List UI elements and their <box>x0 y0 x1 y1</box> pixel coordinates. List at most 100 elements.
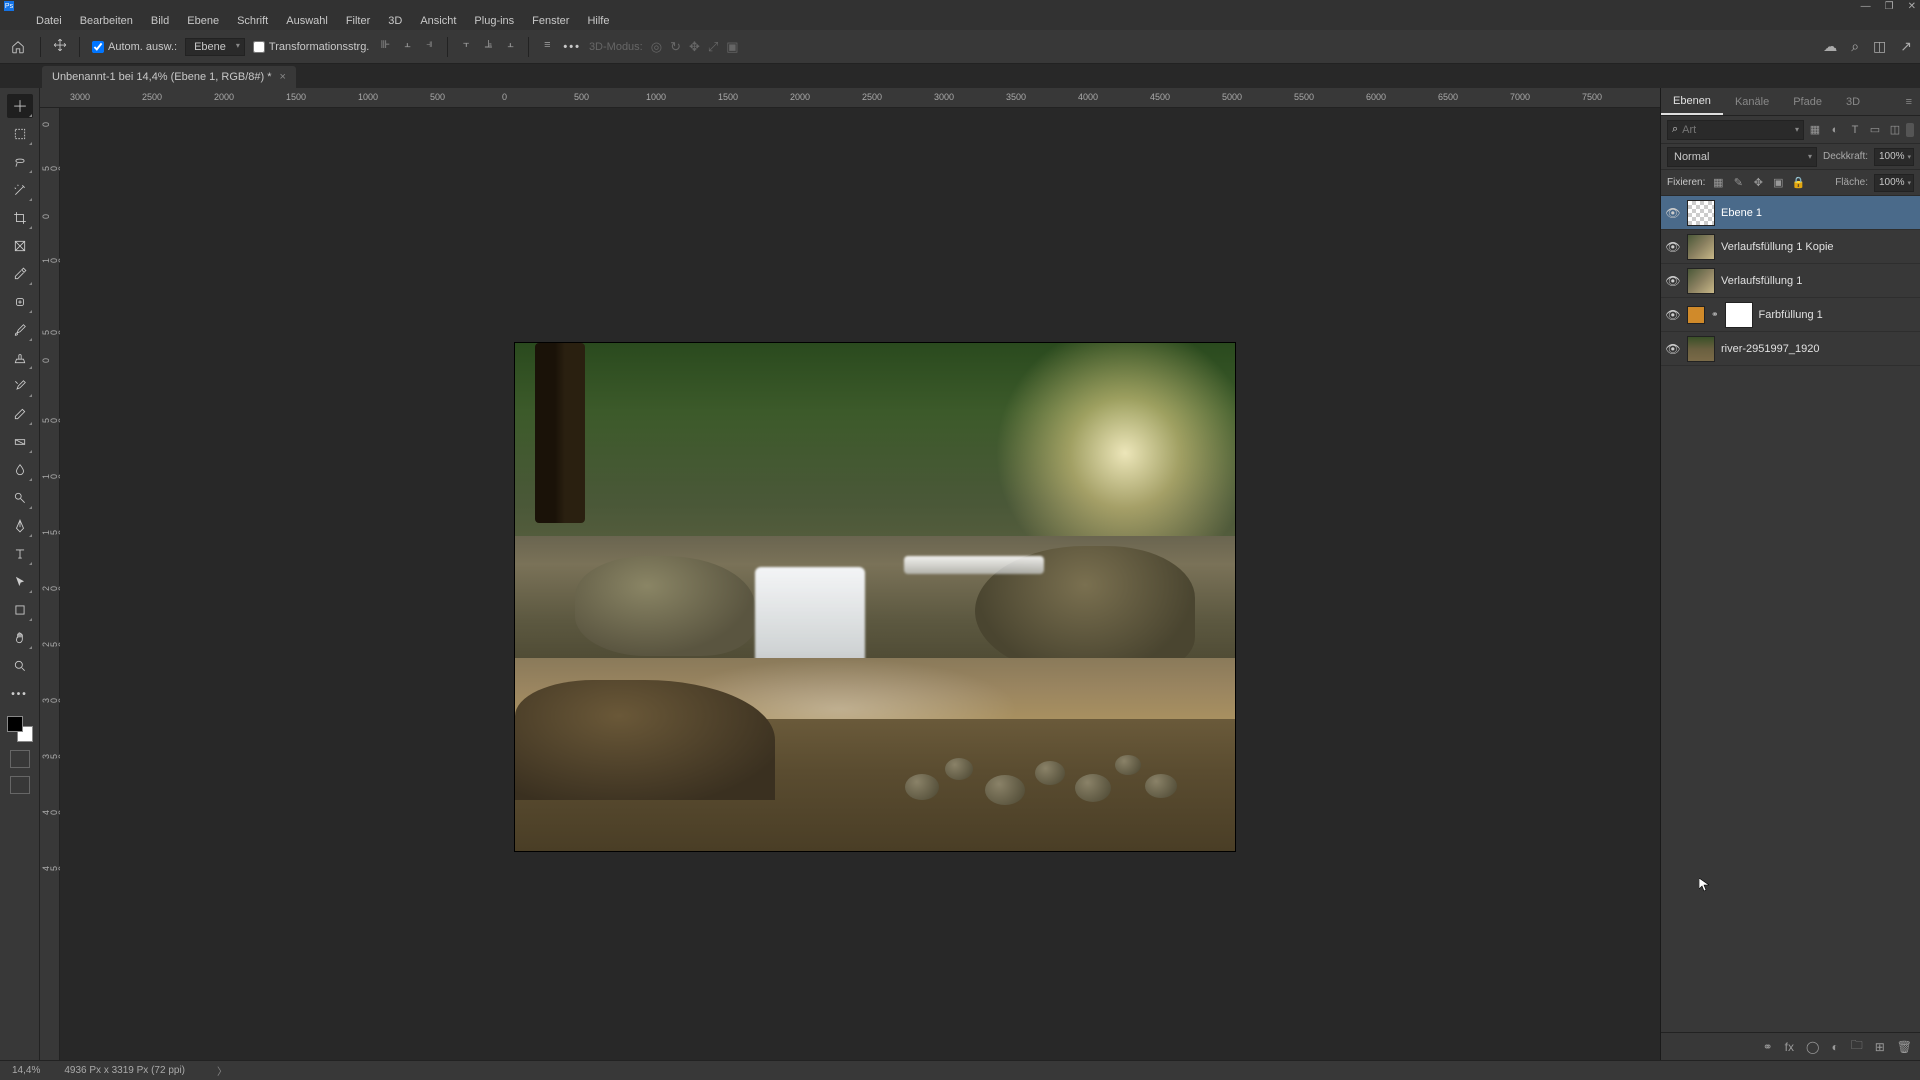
align-center-h-icon[interactable]: ⫠ <box>399 37 415 53</box>
lock-artboard-icon[interactable]: ▣ <box>1771 176 1785 190</box>
menu-ansicht[interactable]: Ansicht <box>412 13 464 29</box>
add-mask-icon[interactable]: ◯ <box>1806 1040 1819 1054</box>
layer-row[interactable]: 👁⚭Farbfüllung 1 <box>1661 298 1920 332</box>
layer-thumbnail[interactable] <box>1687 268 1715 294</box>
filter-shape-icon[interactable]: ▭ <box>1868 123 1882 137</box>
layer-thumbnail[interactable] <box>1687 200 1715 226</box>
eyedropper-tool[interactable] <box>7 262 33 286</box>
move-tool-icon[interactable] <box>53 38 67 55</box>
filter-pixel-icon[interactable]: ▦ <box>1808 123 1822 137</box>
color-swatch[interactable] <box>7 716 33 742</box>
slide-icon[interactable]: ⤢ <box>708 39 718 55</box>
tab-kanäle[interactable]: Kanäle <box>1723 90 1781 114</box>
menu-plug-ins[interactable]: Plug-ins <box>466 13 522 29</box>
layer-row[interactable]: 👁 river-2951997_1920 <box>1661 332 1920 366</box>
tab-ebenen[interactable]: Ebenen <box>1661 89 1723 115</box>
roll-icon[interactable]: ↻ <box>670 39 681 55</box>
layer-search-input[interactable]: ⌕ ▾ <box>1667 120 1804 140</box>
menu-bild[interactable]: Bild <box>143 13 177 29</box>
new-adjustment-icon[interactable]: ◐ <box>1831 1040 1838 1054</box>
edit-toolbar-icon[interactable]: ••• <box>7 682 33 706</box>
visibility-toggle-icon[interactable]: 👁 <box>1665 307 1681 323</box>
doc-info[interactable]: 4936 Px x 3319 Px (72 ppi) <box>64 1065 185 1076</box>
menu-schrift[interactable]: Schrift <box>229 13 276 29</box>
layer-row[interactable]: 👁Ebene 1 <box>1661 196 1920 230</box>
menu-bearbeiten[interactable]: Bearbeiten <box>72 13 141 29</box>
menu-fenster[interactable]: Fenster <box>524 13 577 29</box>
layer-name[interactable]: Verlaufsfüllung 1 Kopie <box>1721 241 1834 253</box>
layer-name[interactable]: Verlaufsfüllung 1 <box>1721 275 1802 287</box>
new-group-icon[interactable]: 🗀 <box>1851 1036 1863 1057</box>
align-bottom-icon[interactable]: ⫠ <box>502 37 518 53</box>
search-icon[interactable]: ⌕ <box>1851 38 1859 55</box>
transform-controls-checkbox[interactable]: Transformationsstrg. <box>253 41 369 53</box>
filter-smart-icon[interactable]: ◫ <box>1888 123 1902 137</box>
lock-transparency-icon[interactable]: ▦ <box>1711 176 1725 190</box>
canvas[interactable] <box>60 108 1660 1060</box>
type-tool[interactable] <box>7 542 33 566</box>
layer-mask-thumb[interactable] <box>1725 302 1753 328</box>
hand-tool[interactable] <box>7 626 33 650</box>
fill-input[interactable]: 100% <box>1874 174 1914 192</box>
auto-select-checkbox[interactable]: Autom. ausw.: <box>92 41 177 53</box>
history-brush-tool[interactable] <box>7 374 33 398</box>
menu-filter[interactable]: Filter <box>338 13 378 29</box>
delete-layer-icon[interactable]: 🗑 <box>1897 1040 1912 1054</box>
panel-menu-icon[interactable]: ≡ <box>1898 96 1920 108</box>
visibility-toggle-icon[interactable]: 👁 <box>1665 239 1681 255</box>
menu-3d[interactable]: 3D <box>380 13 410 29</box>
menu-auswahl[interactable]: Auswahl <box>278 13 336 29</box>
home-button[interactable] <box>8 37 28 57</box>
frame-tool[interactable] <box>7 234 33 258</box>
visibility-toggle-icon[interactable]: 👁 <box>1665 273 1681 289</box>
screen-mode-icon[interactable] <box>10 776 30 794</box>
menu-ebene[interactable]: Ebene <box>179 13 227 29</box>
zoom-tool[interactable] <box>7 654 33 678</box>
align-right-icon[interactable]: ⫣ <box>421 37 437 53</box>
clone-stamp-tool[interactable] <box>7 346 33 370</box>
filter-adjust-icon[interactable]: ◐ <box>1828 123 1842 137</box>
blur-tool[interactable] <box>7 458 33 482</box>
shape-tool[interactable] <box>7 598 33 622</box>
layer-thumbnail[interactable] <box>1687 234 1715 260</box>
blend-mode-dropdown[interactable]: Normal <box>1667 147 1817 167</box>
status-chevron-icon[interactable]: 〉 <box>217 1063 227 1078</box>
move-tool[interactable] <box>7 94 33 118</box>
magic-wand-tool[interactable] <box>7 178 33 202</box>
horizontal-ruler[interactable]: 3000250020001500100050005001000150020002… <box>40 88 1660 108</box>
camera-icon[interactable]: ▣ <box>726 39 738 55</box>
lock-position-icon[interactable]: ✥ <box>1751 176 1765 190</box>
healing-brush-tool[interactable] <box>7 290 33 314</box>
gradient-tool[interactable] <box>7 430 33 454</box>
layer-row[interactable]: 👁 Verlaufsfüllung 1 <box>1661 264 1920 298</box>
pan-icon[interactable]: ✥ <box>689 39 700 55</box>
eraser-tool[interactable] <box>7 402 33 426</box>
lasso-tool[interactable] <box>7 150 33 174</box>
lock-all-icon[interactable]: 🔒 <box>1791 176 1805 190</box>
filter-type-icon[interactable]: T <box>1848 123 1862 137</box>
maximize-button[interactable]: ❐ <box>1885 1 1894 12</box>
cloud-icon[interactable]: ☁ <box>1823 38 1837 55</box>
visibility-toggle-icon[interactable]: 👁 <box>1665 205 1681 221</box>
layer-name[interactable]: river-2951997_1920 <box>1721 343 1819 355</box>
opacity-input[interactable]: 100% <box>1874 148 1914 166</box>
document-image[interactable] <box>515 343 1235 851</box>
share-icon[interactable]: ↗ <box>1900 38 1912 55</box>
align-left-icon[interactable]: ⊪ <box>377 37 393 53</box>
visibility-toggle-icon[interactable]: 👁 <box>1665 341 1681 357</box>
layer-row[interactable]: 👁 Verlaufsfüllung 1 Kopie <box>1661 230 1920 264</box>
marquee-tool[interactable] <box>7 122 33 146</box>
pen-tool[interactable] <box>7 514 33 538</box>
lock-pixels-icon[interactable]: ✎ <box>1731 176 1745 190</box>
frame-icon[interactable]: ◫ <box>1873 38 1886 55</box>
menu-datei[interactable]: Datei <box>28 13 70 29</box>
dodge-tool[interactable] <box>7 486 33 510</box>
brush-tool[interactable] <box>7 318 33 342</box>
align-top-icon[interactable]: ⫟ <box>458 37 474 53</box>
path-select-tool[interactable] <box>7 570 33 594</box>
close-window-button[interactable]: ✕ <box>1908 1 1916 12</box>
minimize-button[interactable]: — <box>1861 1 1871 12</box>
more-options-icon[interactable]: ••• <box>563 41 581 53</box>
quick-mask-icon[interactable] <box>10 750 30 768</box>
tab-3d[interactable]: 3D <box>1834 90 1872 114</box>
